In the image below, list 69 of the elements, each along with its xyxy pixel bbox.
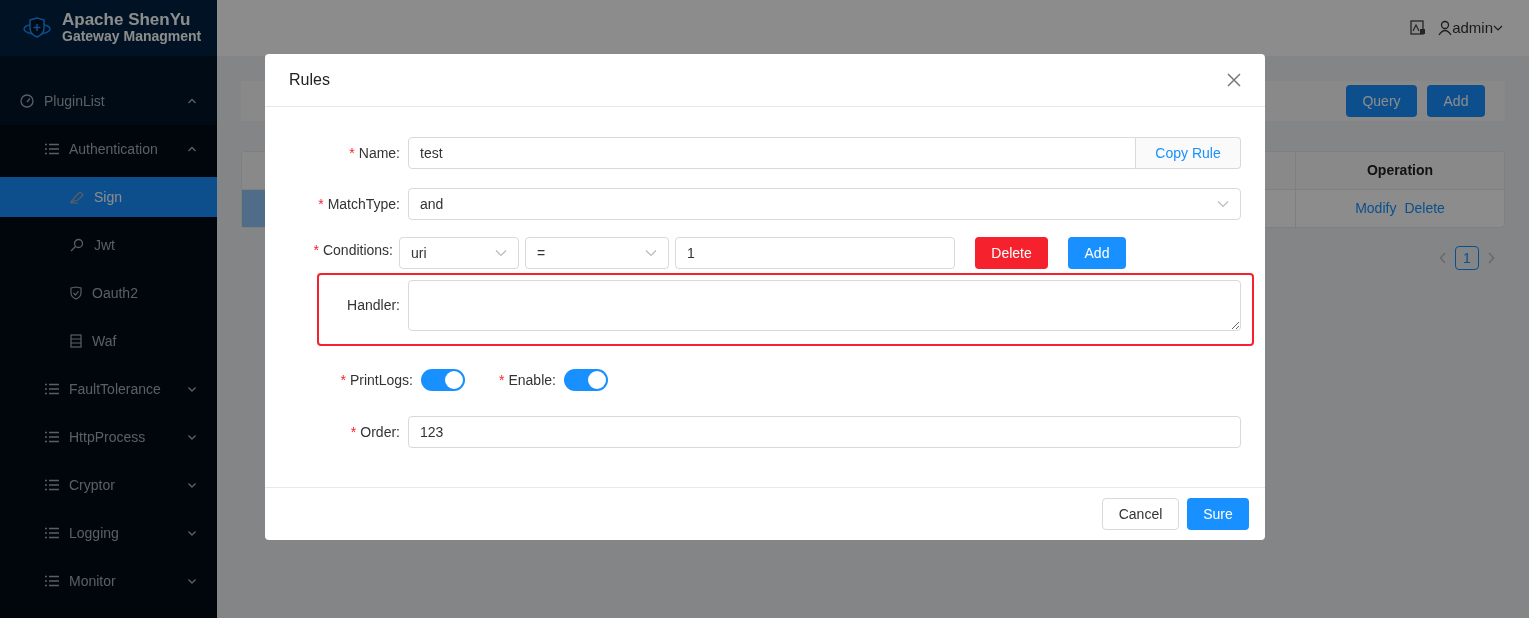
toggle-switch[interactable] bbox=[421, 369, 465, 391]
required-mark: * bbox=[318, 194, 324, 214]
user-icon bbox=[1438, 20, 1453, 36]
chevron-down-icon bbox=[495, 249, 507, 257]
pen-icon bbox=[70, 190, 84, 204]
submenu-title[interactable]: Monitor bbox=[0, 561, 217, 601]
required-mark: * bbox=[349, 143, 355, 163]
chevron-down-icon bbox=[1217, 200, 1229, 208]
required-mark: * bbox=[340, 370, 346, 390]
submenu-title[interactable]: HttpProcess bbox=[0, 417, 217, 457]
delete-button[interactable]: Delete bbox=[975, 237, 1048, 269]
menu-item[interactable]: Jwt bbox=[0, 225, 217, 265]
image-icon[interactable] bbox=[1410, 20, 1427, 36]
select-field[interactable]: uri bbox=[399, 237, 519, 269]
select-field[interactable]: = bbox=[525, 237, 669, 269]
shield-logo-icon bbox=[22, 16, 52, 40]
close-icon[interactable] bbox=[1227, 73, 1241, 87]
next-page-icon bbox=[1487, 252, 1495, 264]
menu-item[interactable]: Oauth2 bbox=[0, 273, 217, 313]
field-label: MatchType: bbox=[327, 194, 400, 214]
prev-page-icon bbox=[1439, 252, 1447, 264]
list-icon bbox=[45, 575, 59, 587]
submenu-title[interactable]: Cryptor bbox=[0, 465, 217, 505]
shield-check-icon bbox=[70, 286, 82, 300]
field-label: PrintLogs: bbox=[349, 370, 413, 390]
action-link[interactable]: Modify bbox=[1355, 198, 1397, 219]
page-button[interactable]: 1 bbox=[1455, 246, 1479, 270]
list-icon bbox=[45, 383, 59, 395]
field-label: Name: bbox=[358, 143, 400, 163]
list-icon bbox=[45, 479, 59, 491]
action-link[interactable]: Delete bbox=[1404, 198, 1445, 219]
required-mark: * bbox=[350, 422, 357, 442]
text-input[interactable]: 123 bbox=[408, 416, 1241, 448]
copy-rule-button[interactable]: Copy Rule bbox=[1136, 137, 1241, 169]
chevron-down-icon bbox=[645, 249, 657, 257]
field-label: Handler: bbox=[347, 296, 400, 315]
submenu-title[interactable]: FaultTolerance bbox=[0, 369, 217, 409]
handler-textarea[interactable] bbox=[408, 280, 1241, 331]
speedometer-icon bbox=[20, 94, 34, 108]
toggle-switch[interactable] bbox=[563, 369, 608, 391]
select-field[interactable]: and bbox=[408, 188, 1241, 220]
field-label: Enable: bbox=[508, 370, 556, 390]
chevron-down-icon bbox=[1493, 24, 1503, 32]
text-input[interactable]: 1 bbox=[675, 237, 955, 269]
app-title: Apache ShenYu bbox=[62, 11, 192, 28]
menu-item[interactable]: Sign bbox=[0, 177, 217, 217]
search-icon bbox=[70, 238, 84, 252]
user-menu[interactable]: admin bbox=[1438, 16, 1503, 40]
column-header: Operation bbox=[1365, 161, 1435, 180]
submenu-title[interactable]: Logging bbox=[0, 513, 217, 553]
add-button[interactable]: Add bbox=[1427, 85, 1485, 117]
sure-button[interactable]: Sure bbox=[1187, 498, 1249, 530]
submenu-title[interactable]: PluginList bbox=[0, 81, 217, 121]
list-icon bbox=[45, 527, 59, 539]
list-icon bbox=[45, 431, 59, 443]
app-subtitle: Gateway Managment bbox=[62, 28, 202, 45]
field-label: Order: bbox=[360, 422, 400, 442]
text-input[interactable]: test bbox=[408, 137, 1136, 169]
menu-item[interactable]: Waf bbox=[0, 321, 217, 361]
dialog-title: Rules bbox=[289, 70, 330, 90]
query-button[interactable]: Query bbox=[1346, 85, 1417, 117]
cancel-button[interactable]: Cancel bbox=[1102, 498, 1179, 530]
server-icon bbox=[70, 334, 82, 348]
required-mark: * bbox=[499, 370, 505, 390]
field-label: Conditions: bbox=[322, 241, 393, 260]
submenu-title[interactable]: Authentication bbox=[0, 129, 217, 169]
add-button[interactable]: Add bbox=[1068, 237, 1126, 269]
required-mark: * bbox=[313, 241, 319, 260]
list-icon bbox=[45, 143, 59, 155]
